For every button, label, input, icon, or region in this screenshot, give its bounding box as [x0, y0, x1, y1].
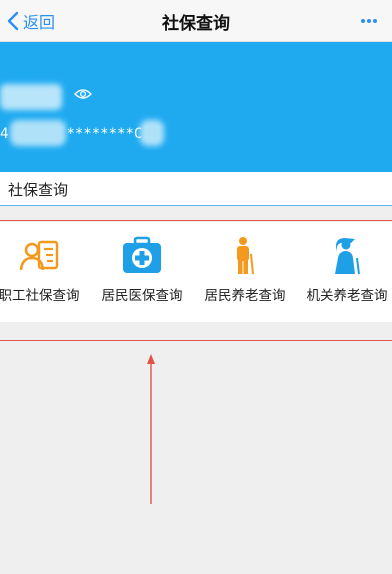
service-label: 居民养老查询	[204, 288, 286, 304]
medical-kit-icon	[123, 236, 161, 273]
eye-icon[interactable]	[74, 88, 92, 100]
annotation-line-top	[0, 220, 392, 221]
blurred-name	[0, 84, 62, 110]
page-title: 社保查询	[162, 14, 230, 34]
blurred-id-part	[10, 120, 66, 146]
service-label: 机关养老查询	[306, 288, 388, 304]
id-masked: ********C	[66, 126, 143, 142]
navigation-bar: 返回 社保查询	[0, 0, 392, 42]
section-header: 社保查询	[0, 172, 392, 206]
id-prefix: 4	[0, 126, 9, 142]
service-label: 职工社保查询	[0, 288, 80, 304]
service-agency-pension[interactable]: 机关养老查询	[298, 222, 392, 322]
service-resident-medical[interactable]: 居民医保查询	[93, 222, 191, 322]
service-worker-insurance[interactable]: 职工社保查询	[0, 222, 88, 322]
more-dots-icon[interactable]	[360, 18, 378, 24]
annotation-arrow-icon	[147, 354, 155, 504]
account-banner: 4 ********C	[0, 42, 392, 172]
section-title: 社保查询	[8, 181, 69, 199]
service-label: 居民医保查询	[101, 288, 183, 304]
elder-cane-icon	[335, 238, 360, 275]
annotation-line-bottom	[0, 340, 392, 341]
service-grid: 职工社保查询 居民医保查询 居民养老查询 机关养老查询	[0, 222, 392, 322]
blurred-id-end	[140, 120, 164, 146]
worker-profile-icon	[19, 240, 59, 271]
elder-person-icon	[237, 237, 254, 275]
service-resident-pension[interactable]: 居民养老查询	[196, 222, 294, 322]
